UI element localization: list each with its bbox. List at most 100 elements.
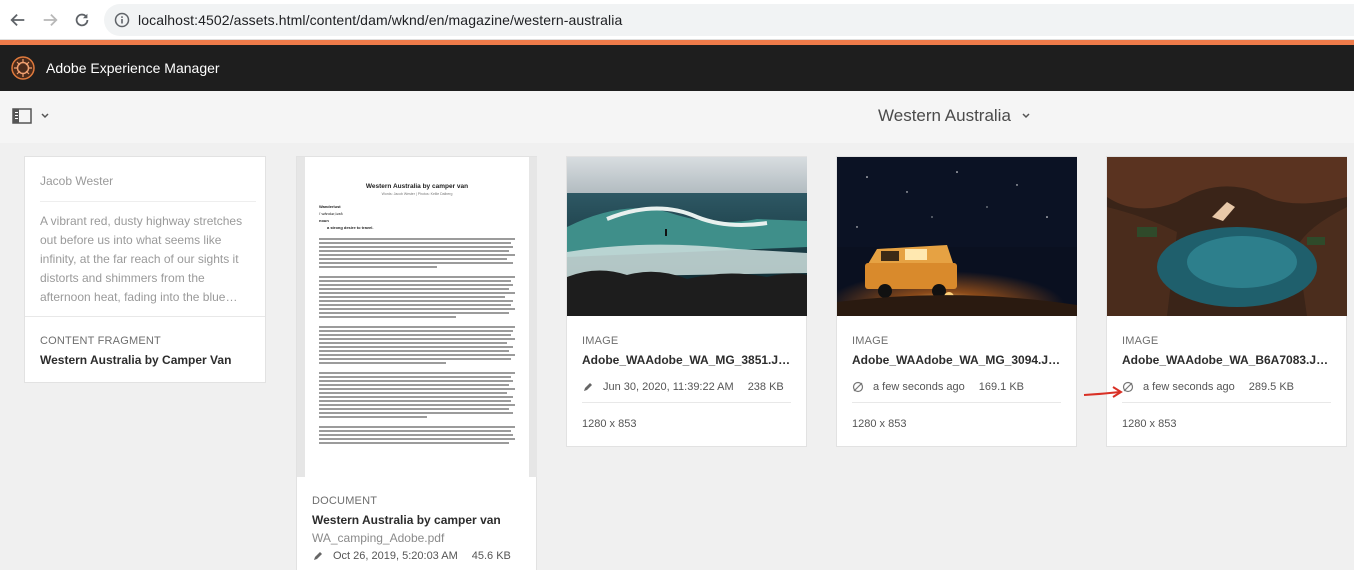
text-line bbox=[319, 372, 515, 374]
divider bbox=[582, 402, 791, 403]
reload-button[interactable] bbox=[66, 4, 98, 36]
text-line bbox=[319, 384, 510, 386]
card-dimensions: 1280 x 853 bbox=[1122, 418, 1177, 430]
document-card[interactable]: Western Australia by camper van Words: J… bbox=[296, 156, 537, 570]
text-line bbox=[319, 392, 508, 394]
text-line bbox=[319, 238, 515, 240]
text-line bbox=[319, 326, 515, 328]
asset-thumbnail bbox=[1107, 157, 1347, 316]
rail-toggle-button[interactable] bbox=[12, 108, 50, 124]
text-line bbox=[319, 250, 510, 252]
text-line bbox=[319, 358, 512, 360]
gorge-pool-photo bbox=[1107, 157, 1347, 316]
rail-toggle-icon bbox=[12, 108, 32, 124]
text-line bbox=[319, 280, 512, 282]
aem-logo-icon[interactable] bbox=[11, 56, 35, 80]
text-line bbox=[319, 288, 510, 290]
text-line bbox=[319, 276, 515, 278]
image-card[interactable]: IMAGE Adobe_WAAdobe_WA_B6A7083.JPG a few… bbox=[1106, 156, 1347, 447]
fragment-preview: Jacob Wester A vibrant red, dusty highwa… bbox=[40, 174, 256, 307]
card-filename: WA_camping_Adobe.pdf bbox=[312, 531, 445, 545]
app-title[interactable]: Adobe Experience Manager bbox=[46, 60, 220, 76]
card-type: IMAGE bbox=[1122, 335, 1159, 347]
card-info-row: Oct 26, 2019, 5:20:03 AM 45.6 KB bbox=[312, 550, 536, 562]
text-line bbox=[319, 300, 514, 302]
text-line bbox=[319, 338, 515, 340]
card-meta: IMAGE Adobe_WAAdobe_WA_B6A7083.JPG a few… bbox=[1107, 335, 1346, 430]
divider bbox=[1122, 402, 1331, 403]
card-size: 289.5 KB bbox=[1248, 381, 1294, 393]
text-line bbox=[319, 292, 515, 294]
card-info-row: a few seconds ago 169.1 KB bbox=[852, 381, 1061, 393]
image-card[interactable]: IMAGE Adobe_WAAdobe_WA_MG_3851.JPG Jun 3… bbox=[566, 156, 807, 447]
pencil-icon bbox=[584, 383, 592, 391]
text-line bbox=[319, 408, 510, 410]
text-line bbox=[319, 412, 514, 414]
text-line bbox=[319, 400, 512, 402]
text-line bbox=[319, 388, 515, 390]
divider bbox=[40, 201, 256, 202]
chevron-down-icon bbox=[41, 113, 49, 119]
wave-photo bbox=[567, 157, 807, 316]
card-type: IMAGE bbox=[582, 335, 619, 347]
action-bar: Western Australia bbox=[0, 91, 1354, 143]
thumb-subtitle: Words: Jacob Wester | Photos: Kellie Dal… bbox=[381, 192, 453, 196]
card-modified: a few seconds ago bbox=[1143, 381, 1235, 393]
card-type: DOCUMENT bbox=[312, 495, 378, 507]
card-title: Adobe_WAAdobe_WA_B6A7083.JPG bbox=[1122, 353, 1331, 367]
card-title: Adobe_WAAdobe_WA_MG_3851.JPG bbox=[582, 353, 791, 367]
image-card[interactable]: IMAGE Adobe_WAAdobe_WA_MG_3094.JPG a few… bbox=[836, 156, 1077, 447]
card-modified: Oct 26, 2019, 5:20:03 AM bbox=[333, 550, 458, 562]
text-line bbox=[319, 364, 515, 370]
thumb-title: Western Australia by camper van bbox=[365, 183, 469, 190]
thumb-noun: noun bbox=[319, 218, 329, 223]
address-bar[interactable]: localhost:4502/assets.html/content/dam/w… bbox=[104, 4, 1354, 36]
card-meta: IMAGE Adobe_WAAdobe_WA_MG_3094.JPG a few… bbox=[837, 335, 1076, 430]
card-info-row: a few seconds ago 289.5 KB bbox=[1122, 381, 1331, 393]
url-text: localhost:4502/assets.html/content/dam/w… bbox=[138, 12, 623, 28]
thumb-word: Wanderlust bbox=[319, 204, 341, 209]
document-page: Western Australia by camper van Words: J… bbox=[305, 157, 529, 477]
content-fragment-card[interactable]: Jacob Wester A vibrant red, dusty highwa… bbox=[24, 156, 266, 383]
asset-thumbnail bbox=[567, 157, 807, 316]
forward-button[interactable] bbox=[34, 4, 66, 36]
card-type: IMAGE bbox=[852, 335, 889, 347]
campervan-photo bbox=[837, 157, 1077, 316]
page-title[interactable]: Western Australia bbox=[878, 106, 1031, 126]
page-title-text: Western Australia bbox=[878, 106, 1011, 125]
reload-icon bbox=[75, 13, 89, 27]
card-meta: IMAGE Adobe_WAAdobe_WA_MG_3851.JPG Jun 3… bbox=[567, 335, 806, 430]
annotation-arrow-icon bbox=[1083, 386, 1123, 398]
aem-header: Adobe Experience Manager bbox=[0, 45, 1354, 91]
text-line bbox=[319, 438, 515, 440]
text-line bbox=[319, 396, 514, 398]
text-line bbox=[319, 304, 512, 306]
text-line bbox=[319, 318, 515, 324]
card-modified: Jun 30, 2020, 11:39:22 AM bbox=[603, 381, 734, 393]
processing-icon bbox=[852, 381, 864, 393]
text-line bbox=[319, 376, 512, 378]
text-line bbox=[319, 404, 515, 406]
text-line bbox=[319, 346, 514, 348]
text-line bbox=[319, 312, 510, 314]
text-line bbox=[319, 254, 515, 256]
text-line bbox=[319, 334, 512, 336]
card-dimensions: 1280 x 853 bbox=[582, 418, 637, 430]
text-line bbox=[319, 262, 514, 264]
document-text-lines bbox=[319, 238, 515, 444]
asset-thumbnail bbox=[837, 157, 1077, 316]
forward-icon bbox=[43, 13, 58, 27]
card-size: 45.6 KB bbox=[471, 550, 511, 562]
card-meta: CONTENT FRAGMENT Western Australia by Ca… bbox=[25, 335, 265, 367]
info-icon[interactable] bbox=[114, 12, 130, 28]
pencil-icon bbox=[314, 552, 322, 560]
text-line bbox=[319, 284, 514, 286]
text-line bbox=[319, 430, 512, 432]
card-title: Western Australia by Camper Van bbox=[40, 353, 232, 367]
fragment-author: Jacob Wester bbox=[40, 174, 114, 188]
browser-toolbar: localhost:4502/assets.html/content/dam/w… bbox=[0, 0, 1354, 40]
text-line bbox=[319, 342, 508, 344]
text-line bbox=[319, 246, 514, 248]
back-button[interactable] bbox=[2, 4, 34, 36]
text-line bbox=[319, 380, 514, 382]
